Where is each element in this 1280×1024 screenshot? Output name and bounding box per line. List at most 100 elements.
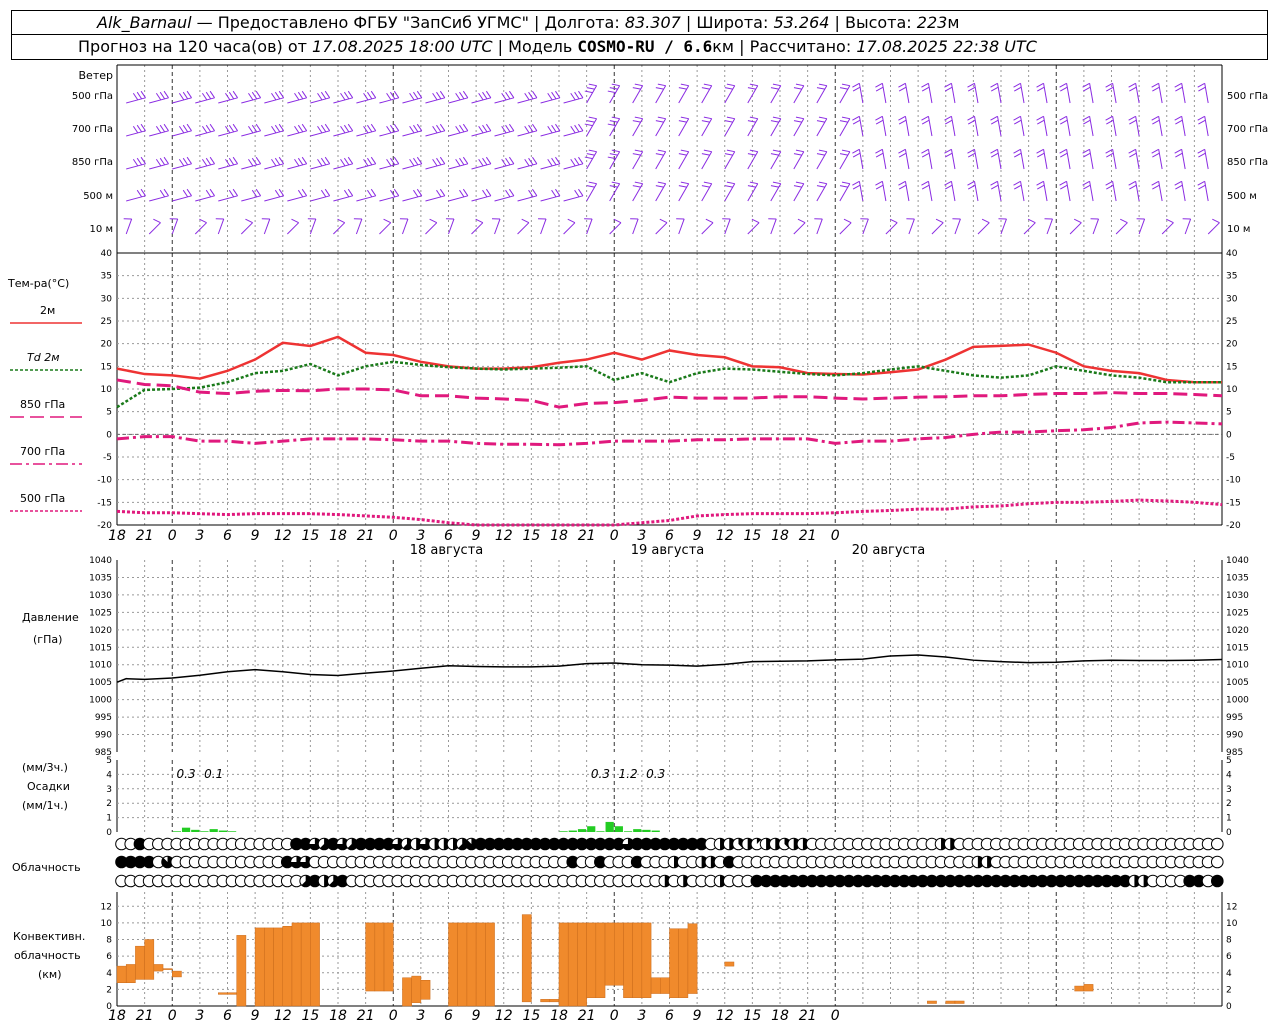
conv-bar: [420, 979, 431, 1000]
hour-label: 21: [357, 1008, 375, 1024]
barb-feather: [1151, 115, 1159, 121]
barb-feather: [436, 124, 442, 133]
barb-feather: [611, 181, 620, 185]
date-label: 18 августа: [410, 543, 484, 558]
barb-feather: [366, 91, 373, 100]
barb-feather: [770, 185, 779, 188]
barb-feather: [578, 188, 584, 197]
conv-bar: [236, 935, 247, 1007]
wind-barb: [655, 181, 667, 202]
wind-barb: [701, 218, 714, 235]
wind-barb: [1105, 148, 1117, 170]
barb-shaft: [310, 195, 330, 202]
temp-tick: 20: [1226, 340, 1238, 350]
wind-barb: [1174, 148, 1186, 170]
barb-feather: [680, 149, 689, 153]
precip-bar: [577, 829, 587, 832]
barb-shaft: [241, 130, 261, 137]
barb-feather: [505, 91, 511, 100]
hour-label: 6: [223, 1008, 232, 1024]
barb-feather: [990, 86, 999, 92]
barb-shaft: [1043, 116, 1048, 137]
precip-bar: [623, 831, 633, 832]
barb-feather: [659, 218, 668, 224]
barb-shaft: [1204, 181, 1209, 202]
pressure-tick: 1015: [1226, 643, 1249, 653]
barb-feather: [584, 90, 593, 94]
barb-feather: [1105, 115, 1113, 121]
wind-barb: [952, 218, 961, 235]
conv-tick: 0: [106, 1002, 112, 1012]
barb-feather: [1198, 152, 1206, 158]
barb-shaft: [287, 195, 307, 202]
barb-feather: [209, 156, 216, 165]
barb-feather: [1083, 86, 1091, 92]
barb-shaft: [563, 97, 584, 104]
barb-feather: [701, 120, 710, 123]
conv-tick: 12: [1226, 902, 1237, 912]
conv-bar: [521, 914, 532, 1003]
wind-barb: [1136, 218, 1146, 235]
wind-barb: [287, 218, 300, 235]
precip-bar: [596, 831, 605, 832]
barb-feather: [271, 92, 277, 101]
barb-feather: [588, 181, 597, 185]
temp-tick: 5: [1226, 408, 1232, 418]
barb-feather: [301, 156, 308, 165]
barb-shaft: [655, 222, 668, 235]
wind-barb: [1059, 115, 1071, 137]
wind-barb: [264, 156, 285, 170]
barb-feather: [159, 91, 166, 100]
barb-feather: [818, 149, 827, 153]
barb-feather: [459, 157, 465, 166]
precip-bar: [633, 829, 642, 832]
wind-barb: [538, 218, 547, 235]
wind-barb: [701, 181, 713, 202]
conv-bar: [116, 965, 127, 983]
barb-feather: [875, 152, 884, 158]
barb-shaft: [471, 163, 491, 170]
barb-feather: [455, 158, 461, 167]
barb-feather: [136, 124, 143, 133]
hour-label: 6: [665, 528, 674, 544]
wind-barb: [678, 149, 690, 170]
wind-barb: [931, 218, 944, 235]
barb-feather: [678, 185, 687, 188]
wind-barb: [1161, 218, 1174, 235]
wind-barb: [149, 123, 169, 137]
barb-shaft: [997, 83, 1002, 104]
wind-barb: [875, 148, 887, 170]
hour-label: 0: [831, 1008, 840, 1024]
conv-bar: [586, 922, 597, 998]
conv-tick: 12: [101, 902, 112, 912]
barb-feather: [1212, 218, 1220, 224]
barb-shaft: [1135, 181, 1140, 202]
barb-feather: [898, 148, 906, 154]
barb-feather: [462, 123, 469, 132]
barb-feather: [1197, 148, 1205, 154]
barb-feather: [1128, 82, 1136, 88]
conv-tick: 8: [1226, 936, 1232, 946]
barb-shaft: [1158, 83, 1163, 104]
barb-feather: [205, 189, 212, 198]
barb-feather: [889, 218, 898, 224]
barb-feather: [390, 124, 396, 133]
barb-feather: [747, 120, 756, 123]
wind-barb: [172, 123, 192, 137]
barb-shaft: [149, 195, 169, 202]
barb-feather: [163, 156, 169, 165]
conv-bar: [623, 922, 633, 998]
barb-feather: [921, 115, 929, 121]
barb-feather: [705, 218, 714, 224]
barb-feather: [205, 124, 212, 133]
barb-shaft: [126, 195, 146, 202]
pressure-tick: 1030: [89, 591, 112, 601]
barb-feather: [795, 149, 804, 153]
hour-label: 0: [610, 528, 619, 544]
wind-barb: [261, 218, 271, 235]
wind-barb: [425, 156, 446, 170]
conv-bar: [466, 922, 477, 1007]
temp-tick: 20: [101, 340, 113, 350]
barb-feather: [413, 157, 419, 166]
barb-feather: [632, 87, 641, 90]
